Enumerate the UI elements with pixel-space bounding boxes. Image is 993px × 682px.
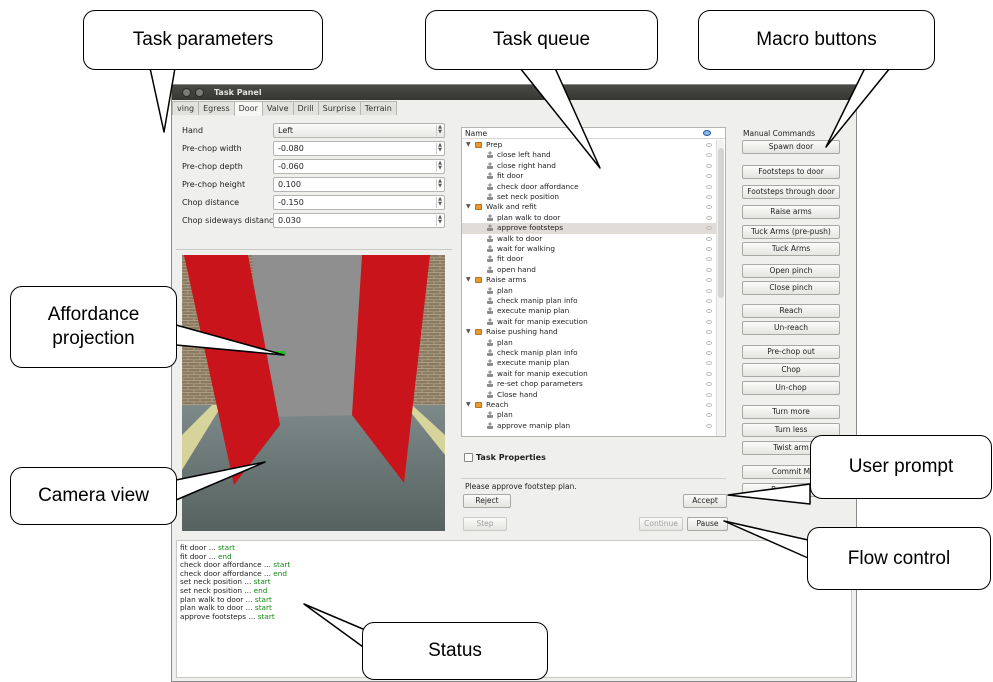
- callout-flow-control: Flow control: [807, 527, 991, 590]
- callout-affordance-line1: Affordance: [47, 304, 140, 325]
- pointer-task-parameters: [149, 67, 176, 133]
- pointer-status: [303, 603, 371, 653]
- callout-task-parameters: Task parameters: [83, 10, 323, 70]
- pointer-camera-view: [175, 461, 266, 501]
- pointer-user-prompt: [727, 483, 811, 505]
- callout-task-queue: Task queue: [425, 10, 658, 70]
- pointer-macro-buttons: [825, 67, 891, 148]
- callout-user-prompt: User prompt: [810, 435, 992, 499]
- pointer-flow-control: [723, 520, 809, 559]
- pointer-affordance: [175, 324, 285, 356]
- callout-camera-view: Camera view: [10, 467, 177, 525]
- callout-status: Status: [362, 622, 548, 680]
- callout-affordance-projection: Affordance projection: [10, 286, 177, 368]
- callout-affordance-line2: projection: [52, 328, 135, 349]
- pointer-task-queue: [519, 67, 601, 169]
- callout-macro-buttons: Macro buttons: [698, 10, 935, 70]
